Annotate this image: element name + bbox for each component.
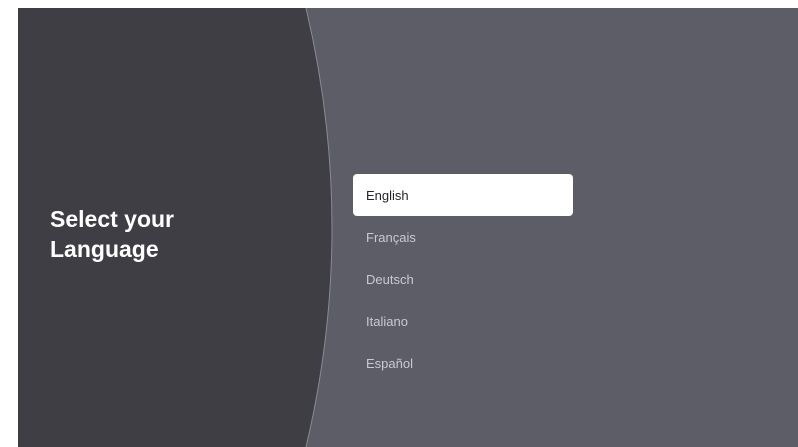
language-option-deutsch[interactable]: Deutsch	[353, 258, 573, 300]
page-title: Select your Language	[50, 206, 174, 262]
language-setup-screen: Select your Language English Français De…	[18, 8, 798, 447]
language-option-italiano[interactable]: Italiano	[353, 300, 573, 342]
language-option-english[interactable]: English	[353, 174, 573, 216]
language-option-espanol[interactable]: Español	[353, 342, 573, 384]
language-list[interactable]: English Français Deutsch Italiano Españo…	[353, 174, 573, 400]
language-option-portugues[interactable]: Português	[353, 384, 573, 401]
language-option-francais[interactable]: Français	[353, 216, 573, 258]
